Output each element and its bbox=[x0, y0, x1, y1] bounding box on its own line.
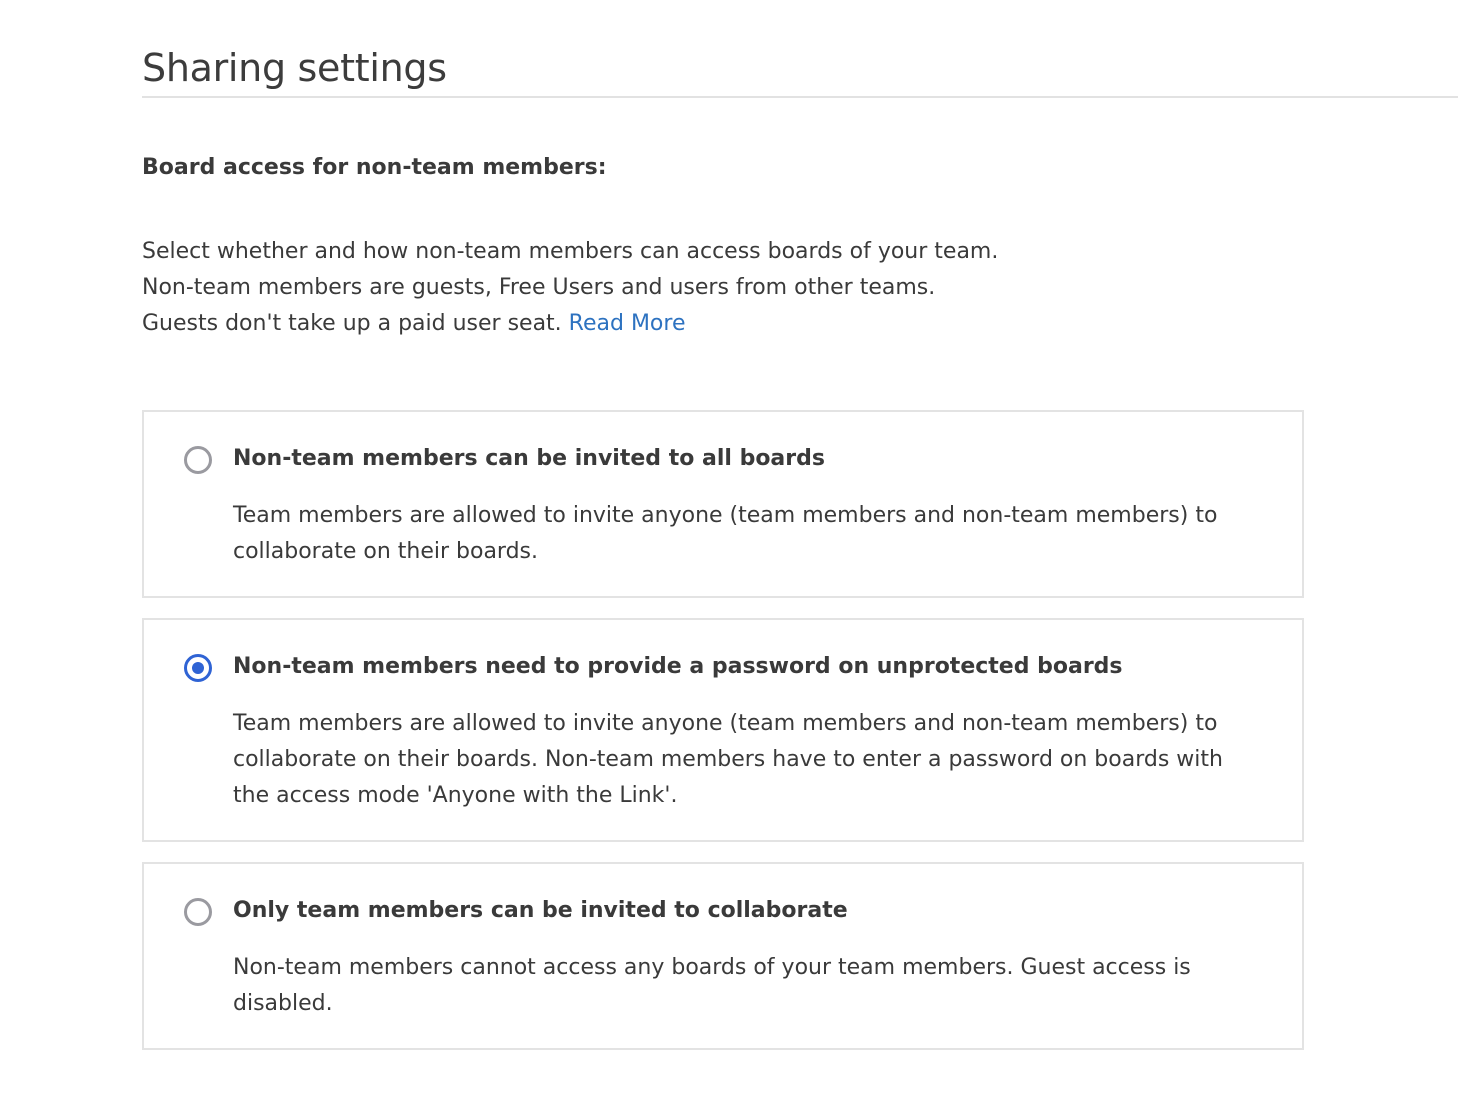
option-title: Only team members can be invited to coll… bbox=[233, 898, 848, 923]
option-card-invite-all[interactable]: Non-team members can be invited to all b… bbox=[142, 410, 1304, 598]
description-line: Non-team members are guests, Free Users … bbox=[142, 275, 936, 300]
radio-button[interactable] bbox=[184, 898, 212, 926]
sharing-settings-page: Sharing settings Board access for non-te… bbox=[0, 0, 1458, 1102]
description-line: Select whether and how non-team members … bbox=[142, 239, 999, 264]
option-description-line: Team members are allowed to invite anyon… bbox=[233, 503, 1218, 528]
option-description-line: Team members are allowed to invite anyon… bbox=[233, 711, 1218, 736]
radio-button[interactable] bbox=[184, 446, 212, 474]
option-description: Non-team members cannot access any board… bbox=[233, 950, 1263, 1022]
page-title: Sharing settings bbox=[142, 46, 447, 90]
option-description: Team members are allowed to invite anyon… bbox=[233, 706, 1263, 814]
section-description: Select whether and how non-team members … bbox=[142, 234, 1242, 342]
option-description-line: disabled. bbox=[233, 991, 333, 1016]
description-line: Guests don't take up a paid user seat. R… bbox=[142, 306, 1242, 342]
option-description: Team members are allowed to invite anyon… bbox=[233, 498, 1263, 570]
read-more-link[interactable]: Read More bbox=[569, 311, 686, 336]
title-divider bbox=[142, 96, 1458, 98]
option-description-line: collaborate on their boards. Non-team me… bbox=[233, 747, 1223, 772]
option-title: Non-team members need to provide a passw… bbox=[233, 654, 1123, 679]
option-description-line: Non-team members cannot access any board… bbox=[233, 955, 1191, 980]
option-title: Non-team members can be invited to all b… bbox=[233, 446, 825, 471]
option-description-line: collaborate on their boards. bbox=[233, 539, 539, 564]
radio-button[interactable] bbox=[184, 654, 212, 682]
option-card-password-required[interactable]: Non-team members need to provide a passw… bbox=[142, 618, 1304, 842]
option-card-team-only[interactable]: Only team members can be invited to coll… bbox=[142, 862, 1304, 1050]
description-text: Guests don't take up a paid user seat. bbox=[142, 311, 562, 336]
option-description-line: the access mode 'Anyone with the Link'. bbox=[233, 783, 678, 808]
section-heading: Board access for non-team members: bbox=[142, 155, 607, 180]
